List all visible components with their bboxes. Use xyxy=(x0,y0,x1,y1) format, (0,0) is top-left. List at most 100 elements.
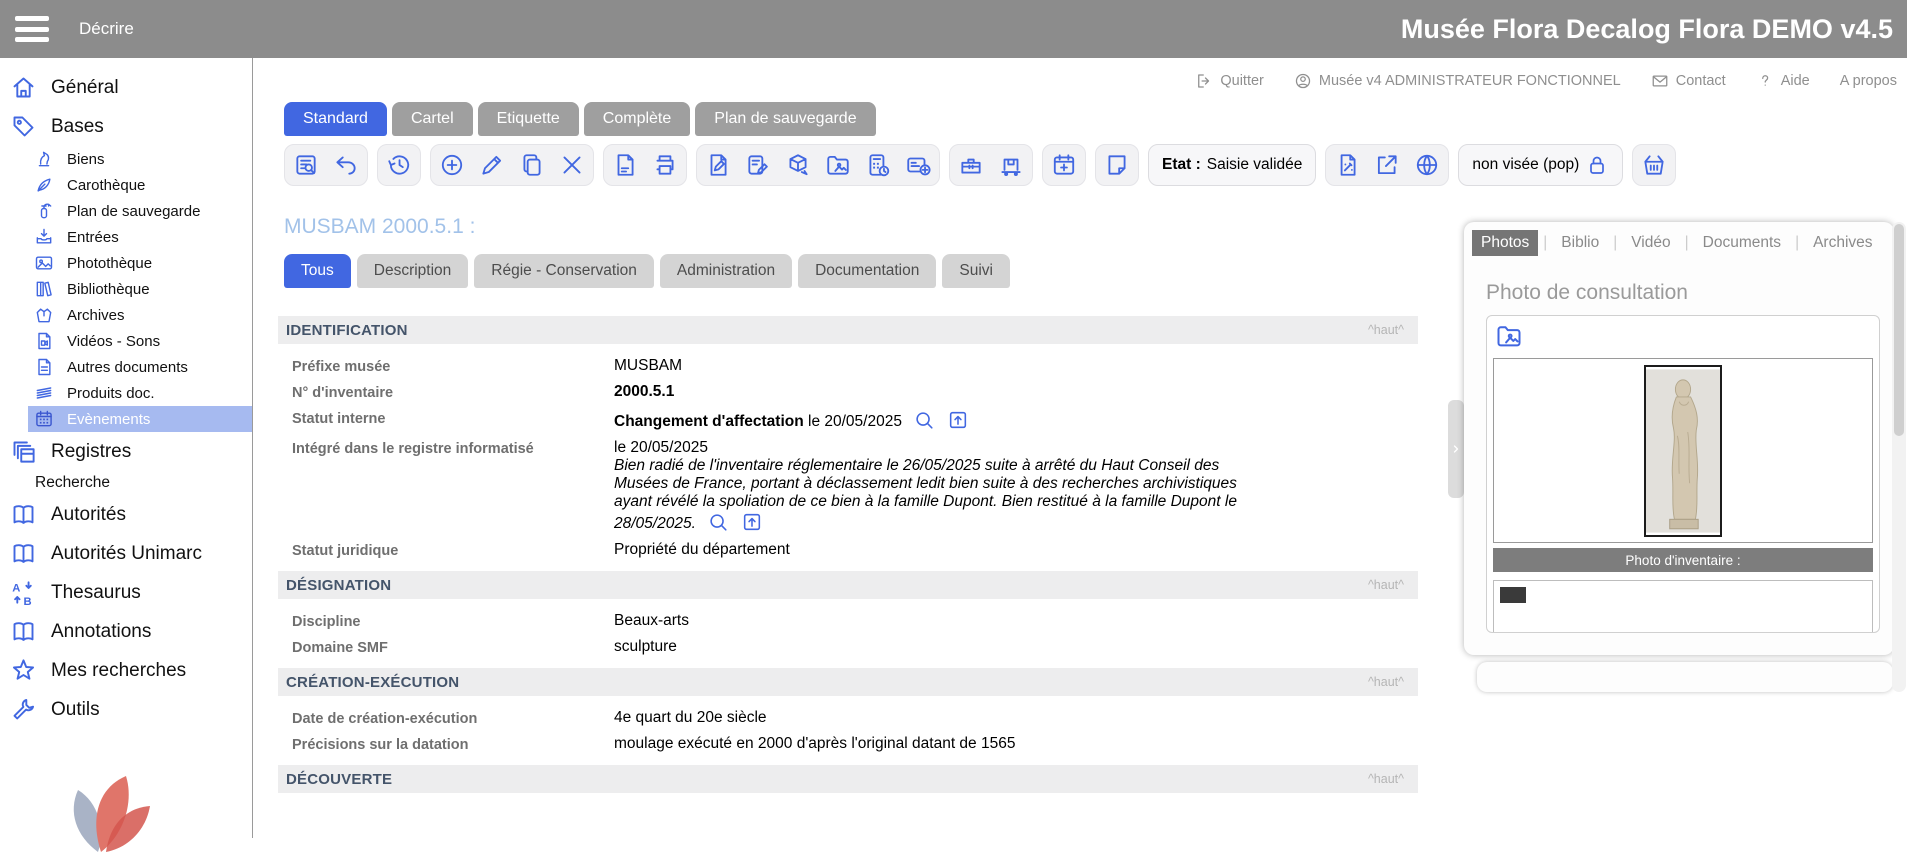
basket-button[interactable] xyxy=(1640,149,1668,181)
tab-biblio[interactable]: Biblio xyxy=(1552,230,1608,256)
panel-scrollbar[interactable] xyxy=(1892,222,1906,692)
annotate-page-button[interactable] xyxy=(704,149,732,181)
sidebar-item-bases[interactable]: Bases xyxy=(0,107,252,146)
sidebar-item-autorites[interactable]: Autorités xyxy=(0,495,252,534)
open-book-icon xyxy=(10,618,37,645)
tab-archives[interactable]: Archives xyxy=(1804,230,1881,256)
print-button[interactable] xyxy=(651,149,679,181)
tab-plan-de-sauvegarde[interactable]: Plan de sauvegarde xyxy=(695,102,875,136)
section-title: IDENTIFICATION xyxy=(286,322,408,339)
sidebar-item-produits-doc[interactable]: Produits doc. xyxy=(0,380,252,406)
publish-web-button[interactable] xyxy=(1413,149,1441,181)
sidebar-item-registres[interactable]: Registres xyxy=(0,432,252,471)
add-event-button[interactable] xyxy=(1050,149,1078,181)
current-user[interactable]: Musée v4 ADMINISTRATEUR FONCTIONNEL xyxy=(1294,72,1621,90)
sidebar-item-bibliotheque[interactable]: Bibliothèque xyxy=(0,276,252,302)
aide-button[interactable]: Aide xyxy=(1756,72,1810,90)
top-anchor-link[interactable]: ^haut^ xyxy=(1368,772,1404,786)
aide-label: Aide xyxy=(1781,73,1810,89)
tab-description[interactable]: Description xyxy=(357,254,469,288)
tab-cartel[interactable]: Cartel xyxy=(392,102,473,136)
tab-standard[interactable]: Standard xyxy=(284,102,387,136)
sidebar-item-label: Annotations xyxy=(51,621,151,643)
popup-open-icon[interactable] xyxy=(947,409,969,431)
tab-regie-conservation[interactable]: Régie - Conservation xyxy=(474,254,654,288)
toolbox-button[interactable] xyxy=(957,149,985,181)
inventory-photo-frame[interactable] xyxy=(1493,580,1873,633)
panel-collapse-handle[interactable] xyxy=(1448,400,1464,498)
tab-documents[interactable]: Documents xyxy=(1694,230,1790,256)
top-anchor-link[interactable]: ^haut^ xyxy=(1368,675,1404,689)
tab-separator: | xyxy=(1790,234,1804,252)
wand-document-button[interactable] xyxy=(1333,149,1361,181)
sidebar-item-archives[interactable]: Archives xyxy=(0,302,252,328)
field-value: 4e quart du 20e siècle xyxy=(614,709,767,727)
tab-documentation[interactable]: Documentation xyxy=(798,254,936,288)
search-icon[interactable] xyxy=(707,511,729,533)
add-card-button[interactable] xyxy=(904,149,932,181)
media-folder-button[interactable] xyxy=(824,149,852,181)
field-label: Discipline xyxy=(292,612,614,630)
sidebar-item-autorites-unimarc[interactable]: Autorités Unimarc xyxy=(0,534,252,573)
copy-icon xyxy=(519,152,545,178)
add-record-button[interactable] xyxy=(438,149,466,181)
sidebar-item-plan-sauvegarde[interactable]: Plan de sauvegarde xyxy=(0,198,252,224)
edit-form-button[interactable] xyxy=(744,149,772,181)
field-row: Date de création-exécution 4e quart du 2… xyxy=(278,705,1418,731)
dispatch-button[interactable] xyxy=(784,149,812,181)
tab-complete[interactable]: Complète xyxy=(584,102,690,136)
sidebar-item-annotations[interactable]: Annotations xyxy=(0,612,252,651)
hamburger-menu-icon[interactable] xyxy=(15,16,49,42)
sidebar-item-mes-recherches[interactable]: Mes recherches xyxy=(0,651,252,690)
sidebar-item-evenements[interactable]: Evènements xyxy=(28,406,252,432)
sidebar-item-autres-documents[interactable]: Autres documents xyxy=(0,354,252,380)
sidebar-item-carotheque[interactable]: Carothèque xyxy=(0,172,252,198)
list-search-icon xyxy=(293,152,319,178)
field-value: Changement d'affectation le 20/05/2025 xyxy=(614,409,969,431)
tab-suivi[interactable]: Suivi xyxy=(942,254,1010,288)
quitter-button[interactable]: Quitter xyxy=(1195,72,1264,90)
sidebar-item-videos-sons[interactable]: Vidéos - Sons xyxy=(0,328,252,354)
top-anchor-link[interactable]: ^haut^ xyxy=(1368,323,1404,337)
external-link-button[interactable] xyxy=(1373,149,1401,181)
contact-button[interactable]: Contact xyxy=(1651,72,1726,90)
folder-image-icon[interactable] xyxy=(1495,322,1523,350)
contact-label: Contact xyxy=(1676,73,1726,89)
visa-status[interactable]: non visée (pop) xyxy=(1458,144,1623,186)
records-list-search-button[interactable] xyxy=(292,149,320,181)
document-file-icon xyxy=(34,357,54,377)
edit-record-button[interactable] xyxy=(478,149,506,181)
undo-button[interactable] xyxy=(332,149,360,181)
scrollbar-thumb[interactable] xyxy=(1894,224,1904,436)
history-button[interactable] xyxy=(385,149,413,181)
sidebar-item-entrees[interactable]: Entrées xyxy=(0,224,252,250)
tab-tous[interactable]: Tous xyxy=(284,254,351,288)
basket-icon xyxy=(1641,152,1667,178)
delete-record-button[interactable] xyxy=(558,149,586,181)
tab-administration[interactable]: Administration xyxy=(660,254,792,288)
sidebar-item-thesaurus[interactable]: Thesaurus xyxy=(0,573,252,612)
consultation-photo-frame[interactable] xyxy=(1493,358,1873,543)
question-icon xyxy=(1756,72,1774,90)
tab-etiquette[interactable]: Etiquette xyxy=(478,102,579,136)
tab-photos[interactable]: Photos xyxy=(1472,230,1538,256)
export-document-button[interactable] xyxy=(611,149,639,181)
toolbox-icon xyxy=(958,152,984,178)
sidebar-item-phototheque[interactable]: Photothèque xyxy=(0,250,252,276)
tab-video[interactable]: Vidéo xyxy=(1622,230,1679,256)
sidebar-item-recherche[interactable]: Recherche xyxy=(0,471,252,495)
valuation-button[interactable] xyxy=(864,149,892,181)
sidebar-item-general[interactable]: Général xyxy=(0,68,252,107)
sidebar-item-outils[interactable]: Outils xyxy=(0,690,252,729)
duplicate-record-button[interactable] xyxy=(518,149,546,181)
movement-button[interactable] xyxy=(997,149,1025,181)
note-button[interactable] xyxy=(1103,149,1131,181)
search-icon[interactable] xyxy=(913,409,935,431)
app-title: Musée Flora Decalog Flora DEMO v4.5 xyxy=(1401,14,1893,45)
a-propos-button[interactable]: A propos xyxy=(1840,73,1897,89)
media-panel-tabs: Photos | Biblio | Vidéo | Documents | Ar… xyxy=(1472,230,1894,256)
top-anchor-link[interactable]: ^haut^ xyxy=(1368,578,1404,592)
view-tabs: Standard Cartel Etiquette Complète Plan … xyxy=(284,102,1907,136)
popup-open-icon[interactable] xyxy=(741,511,763,533)
sidebar-item-biens[interactable]: Biens xyxy=(0,146,252,172)
